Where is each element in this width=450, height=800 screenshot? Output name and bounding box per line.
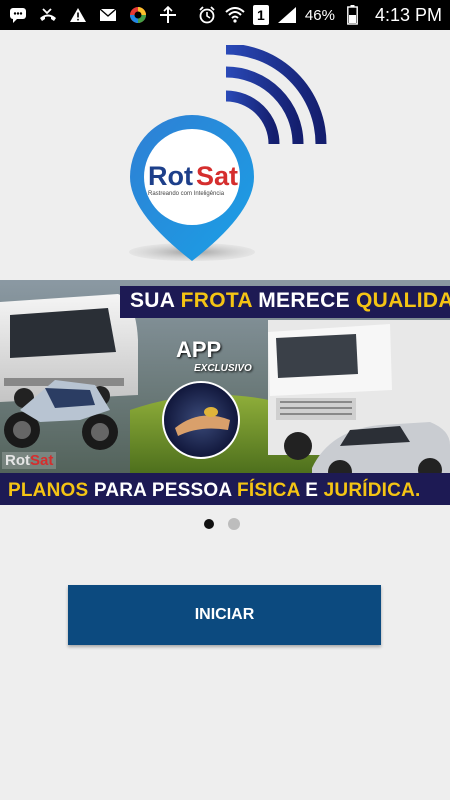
promo-banner[interactable]: SUA FROTA MERECE QUALIDADE! APP EXCLUSIV… xyxy=(0,280,450,505)
headline-part4: QUALIDADE! xyxy=(356,289,450,312)
carousel-dot-1[interactable] xyxy=(204,519,214,529)
headline-part3: MERECE xyxy=(258,289,350,312)
start-button[interactable]: INICIAR xyxy=(68,585,381,645)
app-label: APP xyxy=(176,337,222,362)
status-bar: 1 46% 4:13 PM xyxy=(0,0,450,30)
carousel-dot-2[interactable] xyxy=(228,518,240,530)
missed-call-icon xyxy=(38,5,58,25)
headline-part2: FROTA xyxy=(180,289,253,312)
app-sub-label: EXCLUSIVO xyxy=(194,363,252,374)
app-logo: Rot Sat Rastreando com Inteligência xyxy=(120,43,335,270)
banner-watermark: RotSat xyxy=(2,452,57,469)
notification-icons xyxy=(8,5,178,25)
footer-part3: FÍSICA xyxy=(237,480,300,501)
banner-headline: SUA FROTA MERECE QUALIDADE! xyxy=(130,289,450,313)
headline-part1: SUA xyxy=(130,289,175,312)
footer-part4: E xyxy=(305,480,319,501)
warning-icon xyxy=(68,5,88,25)
wifi-icon xyxy=(225,5,245,25)
battery-percent: 46% xyxy=(304,6,335,24)
battery-icon xyxy=(343,5,363,25)
chat-icon xyxy=(8,5,28,25)
sim-icon: 1 xyxy=(252,5,269,25)
banner-footer-text: PLANOS PARA PESSOA FÍSICA E JURÍDICA. xyxy=(8,480,420,502)
signal-icon xyxy=(277,5,297,25)
logo-brand-part1: Rot xyxy=(148,161,193,191)
footer-part2: PARA PESSOA xyxy=(93,480,232,501)
alarm-icon xyxy=(197,5,217,25)
clock: 4:13 PM xyxy=(374,4,442,25)
watermark-part1: Rot xyxy=(5,452,30,469)
footer-part1: PLANOS xyxy=(8,480,89,501)
carousel-indicator xyxy=(204,518,240,530)
logo-tagline: Rastreando com Inteligência xyxy=(148,191,225,197)
mail-icon xyxy=(98,5,118,25)
watermark-part2: Sat xyxy=(30,452,54,469)
color-wheel-icon xyxy=(128,5,148,25)
system-status: 1 46% 4:13 PM xyxy=(197,5,442,26)
footer-part5: JURÍDICA. xyxy=(323,480,421,501)
sync-icon xyxy=(158,5,178,25)
logo-brand-part2: Sat xyxy=(196,161,238,191)
